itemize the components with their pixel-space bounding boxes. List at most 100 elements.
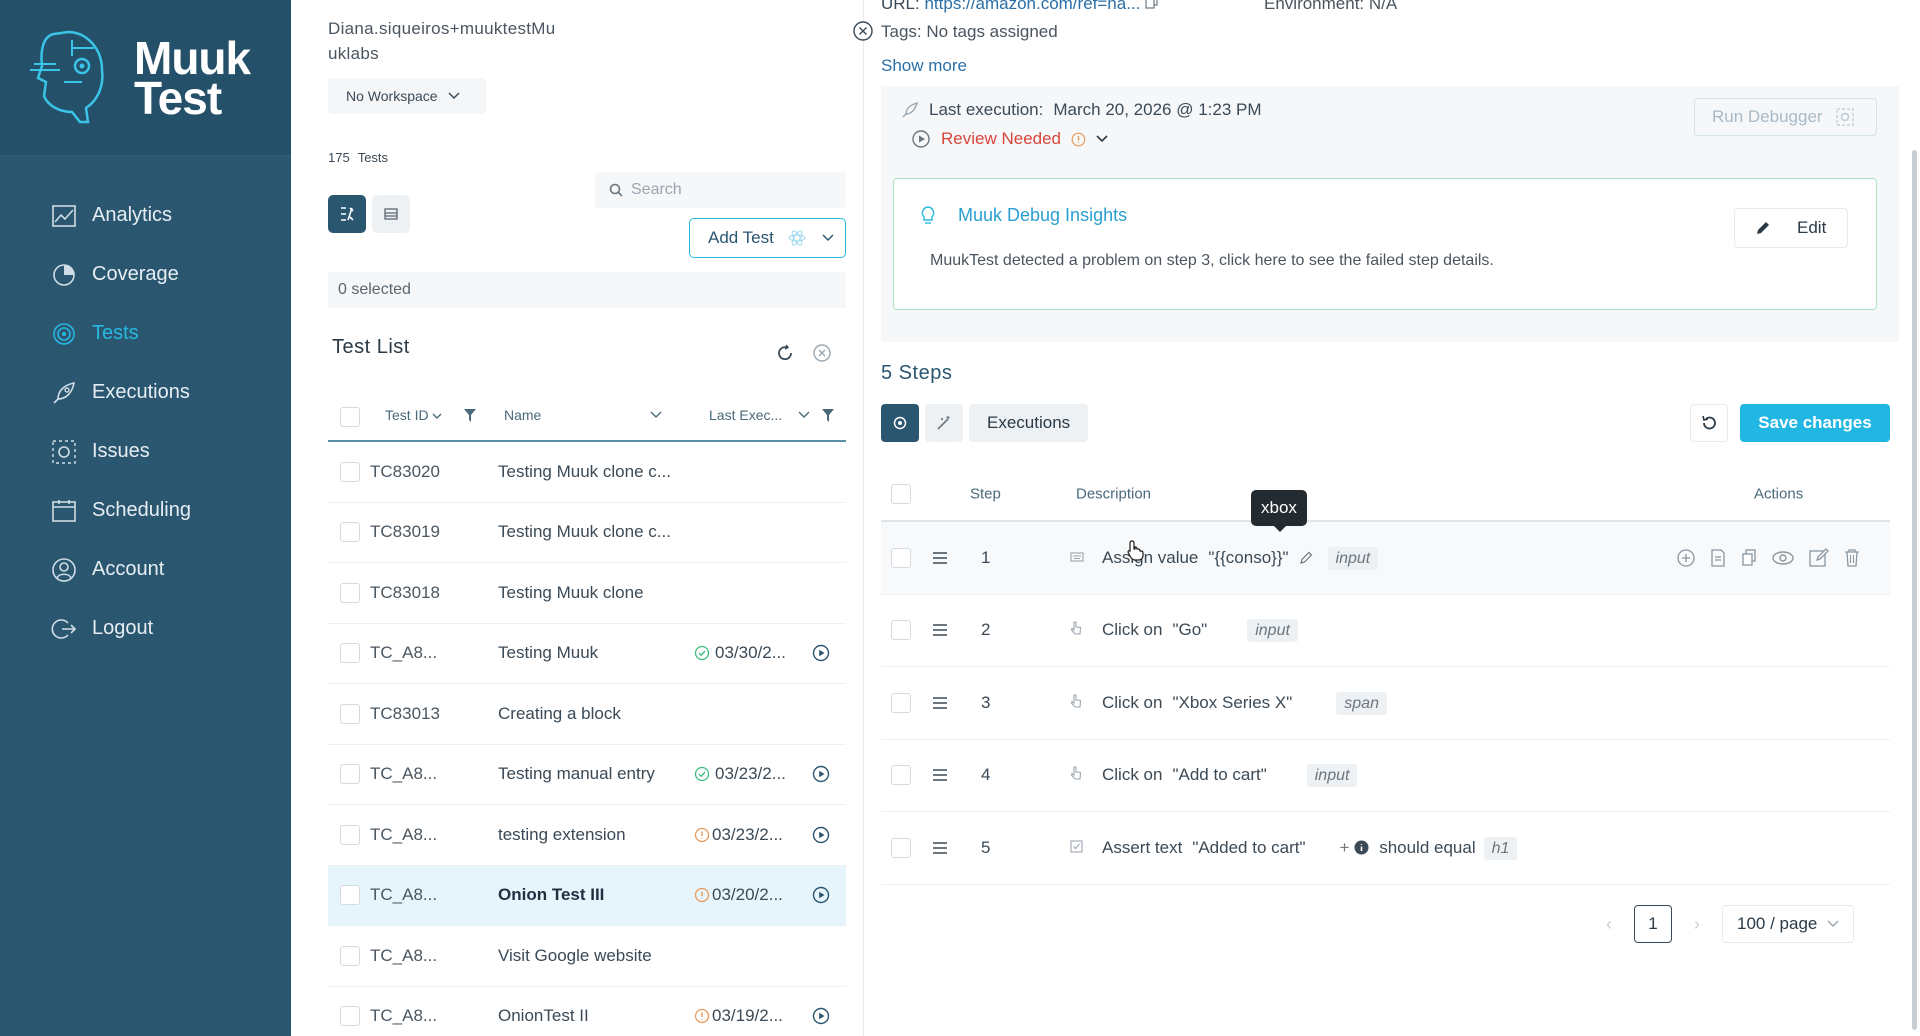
test-name[interactable]: OnionTest II: [498, 1006, 678, 1026]
search-input[interactable]: Search: [595, 172, 846, 208]
row-checkbox[interactable]: [340, 703, 360, 724]
row-checkbox[interactable]: [340, 945, 360, 966]
run-debugger-button[interactable]: Run Debugger: [1694, 98, 1877, 136]
row-checkbox[interactable]: [340, 643, 360, 664]
drag-handle-icon[interactable]: [932, 551, 948, 565]
row-checkbox[interactable]: [340, 522, 360, 543]
test-name[interactable]: Onion Test III: [498, 885, 678, 905]
test-name[interactable]: Testing Muuk clone: [498, 583, 678, 603]
select-all-checkbox[interactable]: [340, 407, 360, 427]
drag-handle-icon[interactable]: [932, 841, 948, 855]
select-all-steps-checkbox[interactable]: [891, 484, 911, 504]
row-checkbox[interactable]: [340, 764, 360, 785]
step-row[interactable]: 4 Click on "Add to cart" input: [881, 740, 1890, 812]
step-row[interactable]: 5 Assert text "Added to cart" + should equa…: [881, 812, 1890, 885]
play-circle-icon[interactable]: [812, 886, 830, 904]
pencil-icon[interactable]: [1299, 550, 1314, 565]
workspace-select[interactable]: No Workspace: [328, 78, 486, 114]
sidebar-item-scheduling[interactable]: Scheduling: [0, 481, 291, 540]
add-test-button[interactable]: Add Test: [689, 218, 846, 258]
table-row[interactable]: TC_A8... Onion Test III 03/20/2...: [328, 865, 846, 926]
test-name[interactable]: Testing Muuk clone c...: [498, 462, 678, 482]
step-checkbox[interactable]: [891, 692, 911, 713]
table-row[interactable]: TC_A8... Testing Muuk 03/30/2...: [328, 624, 846, 684]
row-checkbox[interactable]: [340, 885, 360, 906]
url-link[interactable]: https://amazon.com/ref=na...: [924, 0, 1140, 13]
sidebar-item-issues[interactable]: Issues: [0, 422, 291, 481]
steps-view-button[interactable]: [881, 404, 919, 442]
test-name[interactable]: Visit Google website: [498, 946, 678, 966]
close-icon[interactable]: [852, 20, 874, 42]
step-checkbox[interactable]: [891, 765, 911, 786]
edit-button[interactable]: Edit: [1734, 208, 1848, 248]
next-page-icon[interactable]: ›: [1694, 914, 1700, 935]
undo-button[interactable]: [1690, 404, 1728, 442]
eye-icon[interactable]: [1771, 549, 1795, 567]
step-description[interactable]: Assert text "Added to cart" + should equal…: [1102, 836, 1518, 860]
step-checkbox[interactable]: [891, 547, 911, 568]
logo[interactable]: Muuk Test: [0, 0, 291, 156]
save-changes-button[interactable]: Save changes: [1740, 404, 1890, 442]
table-row[interactable]: TC_A8... OnionTest II 03/19/2...: [328, 987, 846, 1036]
table-row[interactable]: TC83018 Testing Muuk clone: [328, 563, 846, 624]
sidebar-item-coverage[interactable]: Coverage: [0, 245, 291, 304]
test-name[interactable]: Creating a block: [498, 704, 678, 724]
list-view-button[interactable]: [372, 195, 410, 233]
step-description[interactable]: Click on "Add to cart" input: [1102, 764, 1358, 788]
debug-insights-card[interactable]: Muuk Debug Insights MuukTest detected a …: [893, 178, 1877, 310]
document-icon[interactable]: [1709, 548, 1727, 568]
edit-icon[interactable]: [1808, 547, 1830, 569]
step-row[interactable]: 2 Click on "Go" input: [881, 595, 1890, 667]
copy-icon[interactable]: [1145, 0, 1159, 9]
row-checkbox[interactable]: [340, 824, 360, 845]
review-status[interactable]: Review Needed: [911, 129, 1108, 149]
sidebar-item-executions[interactable]: Executions: [0, 363, 291, 422]
column-header-test-id[interactable]: Test ID: [385, 407, 442, 423]
drag-handle-icon[interactable]: [932, 696, 948, 710]
table-row[interactable]: TC_A8... testing extension 03/23/2...: [328, 805, 846, 866]
column-header-name[interactable]: Name: [504, 407, 541, 423]
step-row[interactable]: 3 Click on "Xbox Series X" span: [881, 667, 1890, 740]
page-size-select[interactable]: 100 / page: [1722, 905, 1854, 943]
filter-icon[interactable]: [822, 409, 834, 422]
chevron-down-icon[interactable]: [650, 411, 662, 419]
row-checkbox[interactable]: [340, 1006, 360, 1027]
sidebar-item-account[interactable]: Account: [0, 540, 291, 599]
show-more-link[interactable]: Show more: [881, 56, 967, 76]
play-circle-icon[interactable]: [812, 644, 830, 662]
row-checkbox[interactable]: [340, 461, 360, 482]
sidebar-item-analytics[interactable]: Analytics: [0, 186, 291, 245]
copy-icon[interactable]: [1740, 548, 1758, 568]
scrollbar[interactable]: [1912, 150, 1917, 1030]
trash-icon[interactable]: [1843, 548, 1861, 568]
step-row[interactable]: 1 Assign value "{{conso}}" input: [881, 522, 1890, 595]
chevron-down-icon[interactable]: [798, 411, 810, 419]
drag-handle-icon[interactable]: [932, 623, 948, 637]
sidebar-item-tests[interactable]: Tests: [0, 304, 291, 363]
flow-view-button[interactable]: [328, 195, 366, 233]
page-number[interactable]: 1: [1634, 905, 1672, 943]
step-checkbox[interactable]: [891, 620, 911, 641]
magic-edit-button[interactable]: [925, 404, 963, 442]
add-param-icon[interactable]: +: [1340, 838, 1350, 857]
refresh-icon[interactable]: [775, 343, 795, 363]
play-circle-icon[interactable]: [812, 1007, 830, 1025]
test-name[interactable]: Testing Muuk: [498, 643, 678, 663]
row-checkbox[interactable]: [340, 582, 360, 603]
table-row[interactable]: TC83020 Testing Muuk clone c...: [328, 442, 846, 503]
step-description[interactable]: Click on "Xbox Series X" span: [1102, 691, 1387, 715]
table-row[interactable]: TC_A8... Visit Google website: [328, 926, 846, 987]
test-name[interactable]: Testing Muuk clone c...: [498, 522, 678, 542]
column-header-last-exec[interactable]: Last Exec...: [709, 407, 782, 423]
tab-executions[interactable]: Executions: [969, 404, 1089, 442]
add-step-icon[interactable]: [1676, 548, 1696, 568]
play-circle-icon[interactable]: [812, 826, 830, 844]
clear-filters-icon[interactable]: [812, 343, 832, 363]
filter-icon[interactable]: [464, 409, 476, 422]
table-row[interactable]: TC83019 Testing Muuk clone c...: [328, 503, 846, 563]
prev-page-icon[interactable]: ‹: [1606, 914, 1612, 935]
table-row[interactable]: TC_A8... Testing manual entry 03/23/2...: [328, 745, 846, 805]
step-checkbox[interactable]: [891, 837, 911, 858]
test-name[interactable]: testing extension: [498, 825, 678, 845]
play-circle-icon[interactable]: [812, 765, 830, 783]
